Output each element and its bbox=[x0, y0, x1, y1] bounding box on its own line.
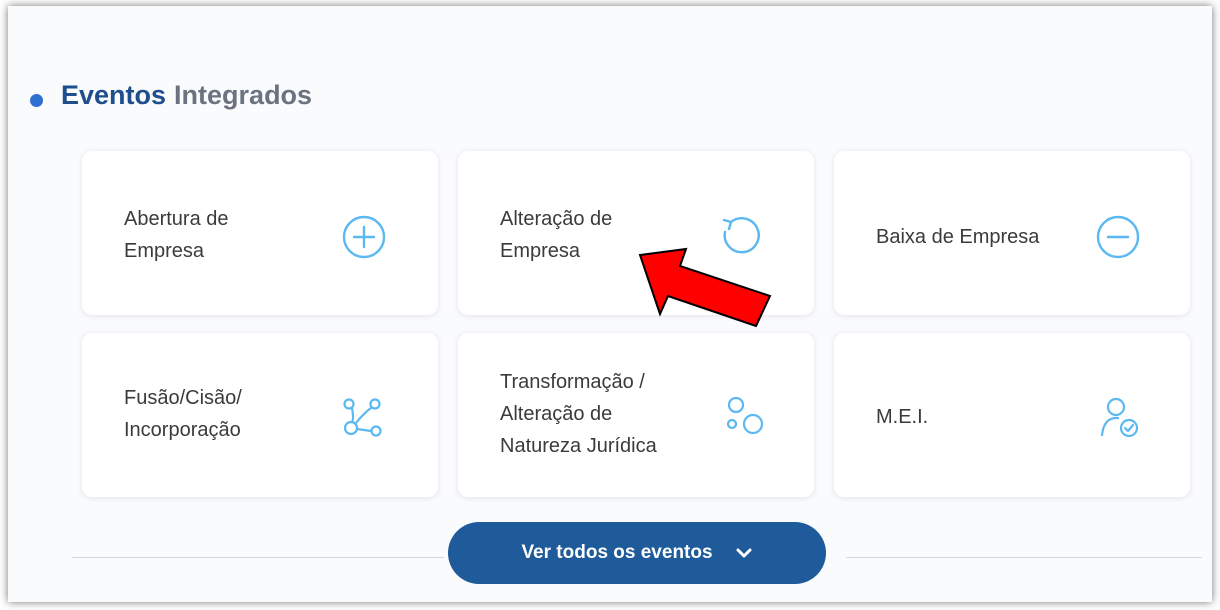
events-panel: Eventos Integrados Abertura de Empresa A… bbox=[8, 6, 1212, 602]
ver-todos-eventos-button[interactable]: Ver todos os eventos bbox=[448, 522, 826, 584]
section-title: Eventos Integrados bbox=[30, 80, 312, 111]
card-label: Baixa de Empresa bbox=[876, 226, 1040, 248]
card-abertura-empresa[interactable]: Abertura de Empresa bbox=[82, 151, 438, 315]
divider-left bbox=[72, 557, 444, 558]
circles-icon bbox=[726, 396, 764, 435]
button-label: Ver todos os eventos bbox=[521, 542, 713, 563]
card-transformacao[interactable]: Transformação / Alteração de Natureza Ju… bbox=[458, 333, 814, 497]
card-baixa-empresa[interactable]: Baixa de Empresa bbox=[834, 151, 1190, 315]
card-label: M.E.I. bbox=[876, 406, 929, 428]
card-label: Fusão/Cisão/ Incorporação bbox=[124, 387, 242, 441]
section-title-secondary: Integrados bbox=[174, 80, 313, 110]
card-fusao-cisao[interactable]: Fusão/Cisão/ Incorporação bbox=[82, 333, 438, 497]
merge-nodes-icon bbox=[343, 398, 382, 437]
divider-right bbox=[846, 557, 1202, 558]
card-mei[interactable]: M.E.I. bbox=[834, 333, 1190, 497]
chevron-down-icon bbox=[736, 548, 752, 558]
user-check-icon bbox=[1100, 397, 1139, 438]
plus-circle-icon bbox=[342, 215, 386, 259]
section-title-primary: Eventos bbox=[61, 80, 167, 110]
red-arrow-icon bbox=[638, 247, 772, 328]
card-label: Abertura de Empresa bbox=[124, 208, 229, 262]
minus-circle-icon bbox=[1096, 215, 1140, 259]
card-label: Alteração de Empresa bbox=[500, 208, 613, 262]
card-label: Transformação / Alteração de Natureza Ju… bbox=[500, 371, 657, 457]
bullet-dot-icon bbox=[30, 94, 43, 107]
